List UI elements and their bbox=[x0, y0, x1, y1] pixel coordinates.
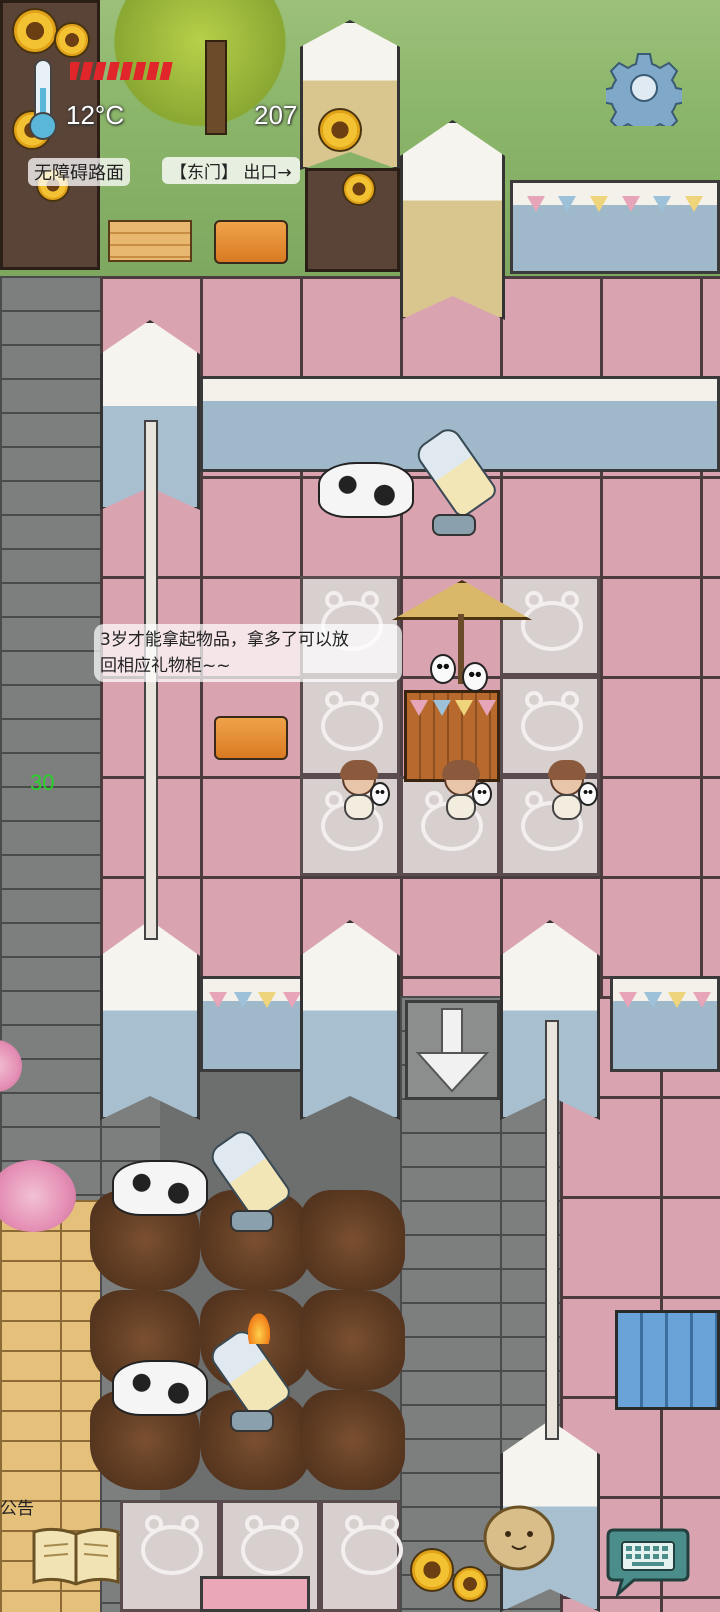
shop-roof bbox=[200, 1576, 310, 1612]
milk-pump[interactable] bbox=[432, 514, 476, 536]
blue-door[interactable] bbox=[615, 1310, 720, 1410]
book-icon bbox=[32, 1527, 120, 1586]
wall-pillar bbox=[300, 920, 400, 1120]
sunflower bbox=[342, 172, 376, 206]
panda-toy[interactable] bbox=[370, 782, 390, 806]
counter-readout: 207 bbox=[254, 100, 298, 130]
fur-rug[interactable] bbox=[300, 1290, 405, 1390]
panda-toy[interactable] bbox=[462, 662, 488, 692]
dialogue-bubble: 3岁才能拿起物品，拿多了可以放 回相应礼物柜~~ bbox=[94, 624, 402, 682]
settings-button[interactable] bbox=[601, 50, 687, 139]
bunting bbox=[520, 196, 710, 214]
play-tile[interactable] bbox=[500, 576, 600, 676]
notice-label[interactable]: 公告 bbox=[0, 1494, 34, 1519]
fur-rug[interactable] bbox=[300, 1190, 405, 1290]
blue-wall bbox=[200, 976, 310, 1072]
keyboard-icon bbox=[606, 1528, 690, 1599]
temperature-readout: 12°C bbox=[66, 100, 125, 130]
fire-icon bbox=[246, 1310, 272, 1344]
health-segment bbox=[146, 62, 160, 80]
health-segment bbox=[93, 62, 107, 80]
panda-toy[interactable] bbox=[578, 782, 598, 806]
emote-button[interactable] bbox=[482, 1500, 556, 1572]
sunflower bbox=[54, 22, 90, 58]
game-viewport[interactable]: 无障碍路面 【东门】 出口→ 3岁才能拿起物品，拿多了可以放 回相应礼物柜~~ … bbox=[0, 0, 720, 1612]
panda-toy[interactable] bbox=[472, 782, 492, 806]
sunflower bbox=[12, 8, 58, 54]
bunting bbox=[616, 992, 714, 1010]
cow[interactable] bbox=[318, 462, 414, 518]
cow[interactable] bbox=[112, 1160, 208, 1216]
wooden-crate[interactable] bbox=[108, 220, 192, 262]
thermometer-icon bbox=[26, 58, 60, 142]
wall-pillar bbox=[100, 920, 200, 1120]
bunting bbox=[206, 992, 304, 1010]
play-tile[interactable] bbox=[320, 1500, 403, 1612]
health-segment bbox=[133, 62, 147, 80]
tree-trunk bbox=[205, 40, 227, 135]
fence-pole bbox=[545, 1020, 559, 1440]
exit-arrow-tile[interactable] bbox=[405, 1000, 500, 1100]
exit-sign-label: 【东门】 出口→ bbox=[162, 157, 300, 184]
fur-rug[interactable] bbox=[300, 1390, 405, 1490]
orange-machine[interactable] bbox=[214, 716, 288, 760]
dialogue-line-2: 回相应礼物柜~~ bbox=[100, 656, 231, 676]
road-label: 无障碍路面 bbox=[28, 158, 130, 186]
milk-pump[interactable] bbox=[230, 1410, 274, 1432]
gear-icon bbox=[601, 53, 687, 139]
blue-wall bbox=[510, 180, 720, 274]
blue-wall bbox=[610, 976, 720, 1072]
health-segment bbox=[66, 62, 80, 80]
side-number: 30 bbox=[30, 770, 55, 795]
wall-pillar bbox=[400, 120, 505, 320]
sunflower bbox=[318, 108, 362, 152]
health-bar-icon bbox=[66, 60, 176, 82]
health-segment bbox=[80, 62, 94, 80]
health-segment bbox=[159, 62, 173, 80]
cow[interactable] bbox=[112, 1360, 208, 1416]
keyboard-button[interactable] bbox=[606, 1524, 690, 1599]
milk-pump[interactable] bbox=[230, 1210, 274, 1232]
arrow-down-icon bbox=[415, 1008, 490, 1093]
dialogue-line-1: 3岁才能拿起物品，拿多了可以放 bbox=[100, 630, 349, 650]
health-segment bbox=[106, 62, 120, 80]
play-tile[interactable] bbox=[500, 676, 600, 776]
panda-toy[interactable] bbox=[430, 654, 456, 684]
bunting bbox=[408, 700, 498, 718]
orange-machine[interactable] bbox=[214, 220, 288, 264]
sunflower bbox=[410, 1548, 454, 1592]
health-segment bbox=[119, 62, 133, 80]
potato-face-icon bbox=[483, 1505, 555, 1571]
book-button[interactable] bbox=[30, 1524, 122, 1588]
